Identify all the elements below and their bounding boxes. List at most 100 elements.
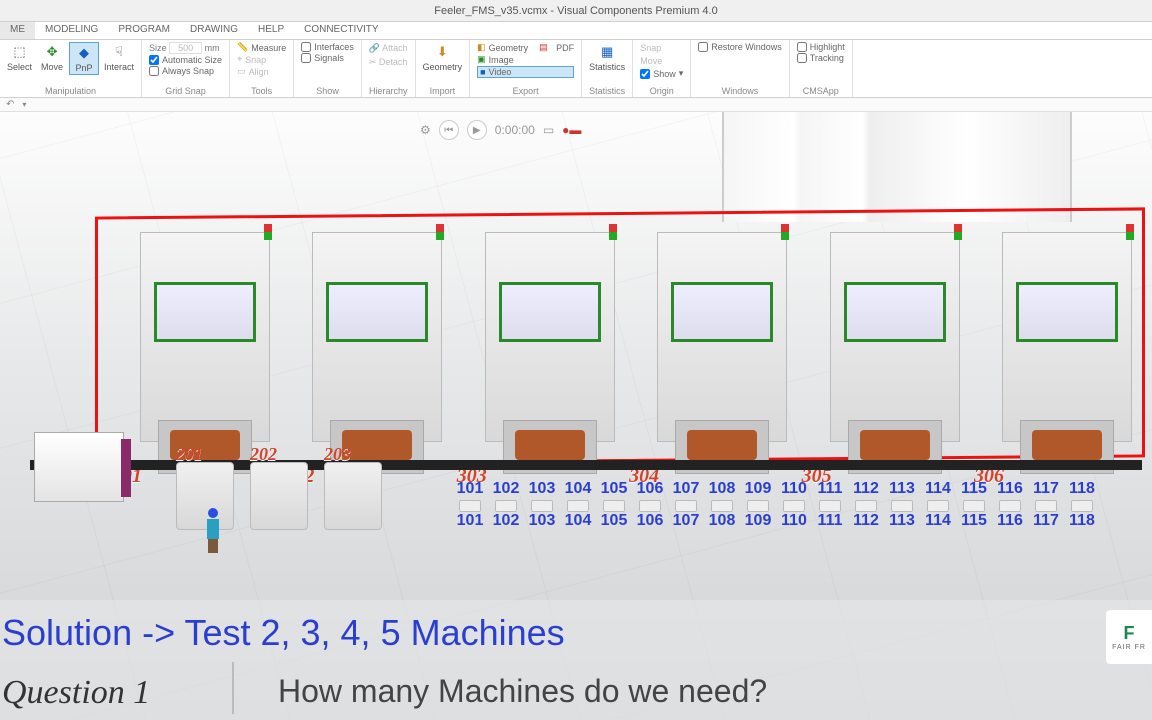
pallet-label: 107 (668, 480, 704, 498)
machine-305[interactable]: 305 (820, 222, 970, 482)
machine-306[interactable]: 306 (992, 222, 1142, 482)
measure-icon: 📏 (237, 42, 248, 53)
select-icon: ⬚ (11, 43, 29, 61)
group-gridsnap: Size 500 mm Automatic Size Always Snap G… (142, 40, 230, 97)
sim-reset-button[interactable]: ⏮ (439, 120, 459, 140)
statistics-button[interactable]: ▦ Statistics (586, 42, 628, 73)
pallet-label: 110 (776, 480, 812, 498)
image-icon: ▣ (477, 54, 486, 65)
interfaces-check[interactable]: Interfaces (301, 42, 354, 52)
pallet-label: 102 (488, 480, 524, 498)
export-geometry[interactable]: ◧Geometry ▤ PDF (477, 42, 574, 53)
pallet-label: 104 (560, 480, 596, 498)
restore-windows-check[interactable]: Restore Windows (698, 42, 782, 52)
attach-icon: 🔗 (369, 43, 380, 53)
interact-icon: ☟ (110, 43, 128, 61)
separator (232, 662, 234, 714)
interact-button[interactable]: ☟ Interact (101, 42, 137, 73)
origin-show[interactable]: Show ▾ (640, 68, 683, 79)
align-icon: ▭ (237, 66, 246, 77)
ribbon: ⬚ Select ✥ Move ◆ PnP ☟ Interact Manipul… (0, 40, 1152, 98)
attach-button[interactable]: 🔗 Attach (369, 42, 408, 55)
chart-icon: ▦ (598, 43, 616, 61)
tracking-check[interactable]: Tracking (797, 53, 845, 63)
measure-tool[interactable]: 📏Measure (237, 42, 286, 53)
move-button[interactable]: ✥ Move (37, 42, 67, 73)
signals-check[interactable]: Signals (301, 53, 354, 63)
tab-modeling[interactable]: MODELING (35, 22, 108, 39)
tab-drawing[interactable]: DRAWING (180, 22, 248, 39)
pallet-label: 106 (632, 480, 668, 498)
always-snap-check[interactable]: Always Snap (149, 66, 222, 76)
geometry-icon: ◧ (477, 42, 486, 53)
undo-icon[interactable]: ↶ (6, 99, 14, 110)
snap-icon: ⌖ (237, 54, 242, 65)
pnp-button[interactable]: ◆ PnP (69, 42, 99, 75)
group-manipulation: ⬚ Select ✥ Move ◆ PnP ☟ Interact Manipul… (0, 40, 142, 97)
detach-button[interactable]: ✂ Detach (369, 56, 408, 69)
pallet-label: 107 (668, 512, 704, 530)
window-title: Feeler_FMS_v35.vcmx - Visual Components … (434, 5, 717, 17)
pallet-label: 114 (920, 512, 956, 530)
sim-speed-icon[interactable]: ▭ (543, 123, 554, 137)
machine-301[interactable]: 301 (130, 222, 280, 482)
station-202[interactable]: 202 (244, 450, 314, 530)
import-icon: ⬇ (433, 43, 451, 61)
title-bar: Feeler_FMS_v35.vcmx - Visual Components … (0, 0, 1152, 22)
pallet-label: 118 (1064, 480, 1100, 498)
group-show: Interfaces Signals Show (294, 40, 362, 97)
group-windows: Restore Windows Windows (691, 40, 790, 97)
pallet-labels-top: 1011021031041051061071081091101111121131… (452, 480, 1100, 498)
sim-record-icon[interactable]: ●▬ (562, 123, 581, 137)
tab-me[interactable]: ME (0, 22, 35, 39)
station-201[interactable]: 201 (170, 450, 240, 530)
pallet-label: 116 (992, 512, 1028, 530)
origin-move[interactable]: Move (640, 55, 683, 67)
quick-toolbar: ↶ ▾ (0, 98, 1152, 112)
settings-icon[interactable]: ⚙ (420, 123, 431, 137)
question-label: Question 1 (2, 674, 150, 712)
machine-304[interactable]: 304 (647, 222, 797, 482)
pallet-label: 108 (704, 512, 740, 530)
pallet-label: 105 (596, 512, 632, 530)
select-button[interactable]: ⬚ Select (4, 42, 35, 73)
pallet-label: 106 (632, 512, 668, 530)
origin-snap[interactable]: Snap (640, 42, 683, 54)
pallet-label: 101 (452, 480, 488, 498)
video-icon: ■ (480, 67, 485, 77)
pallet-label: 117 (1028, 480, 1064, 498)
station-200-row: 201 202 203 (170, 450, 388, 530)
detach-icon: ✂ (369, 57, 377, 67)
question-text: How many Machines do we need? (278, 673, 767, 710)
auto-size-check[interactable]: Automatic Size (149, 55, 222, 65)
export-video[interactable]: ■Video (477, 66, 574, 78)
pallet-label: 109 (740, 512, 776, 530)
operator-avatar[interactable] (206, 508, 220, 552)
pallet-label: 112 (848, 480, 884, 498)
tab-help[interactable]: HELP (248, 22, 294, 39)
pallet-label: 111 (812, 480, 848, 498)
snap-tool[interactable]: ⌖Snap (237, 54, 286, 65)
pnp-icon: ◆ (75, 44, 93, 62)
station-203[interactable]: 203 (318, 450, 388, 530)
align-tool[interactable]: ▭Align (237, 66, 286, 77)
pallet-label: 113 (884, 512, 920, 530)
pallet-label: 102 (488, 512, 524, 530)
machine-303[interactable]: 303 (475, 222, 625, 482)
tab-connectivity[interactable]: CONNECTIVITY (294, 22, 388, 39)
dropdown-icon[interactable]: ▾ (22, 100, 26, 109)
machine-302[interactable]: 302 (302, 222, 452, 482)
pallet-label: 103 (524, 480, 560, 498)
move-icon: ✥ (43, 43, 61, 61)
sim-play-button[interactable]: ▶ (467, 120, 487, 140)
pallet-label: 118 (1064, 512, 1100, 530)
import-geometry-button[interactable]: ⬇ Geometry (420, 42, 466, 73)
highlight-check[interactable]: Highlight (797, 42, 845, 52)
group-tools: 📏Measure ⌖Snap ▭Align Tools (230, 40, 294, 97)
viewport-3d[interactable]: ⚙ ⏮ ▶ 0:00:00 ▭ ●▬ 301 302 303 304 305 3… (0, 112, 1152, 720)
export-image[interactable]: ▣Image (477, 54, 574, 65)
pallet-carrier[interactable] (34, 432, 124, 502)
tab-program[interactable]: PROGRAM (108, 22, 180, 39)
pallet-label: 104 (560, 512, 596, 530)
group-cmsapp: Highlight Tracking CMSApp (790, 40, 853, 97)
